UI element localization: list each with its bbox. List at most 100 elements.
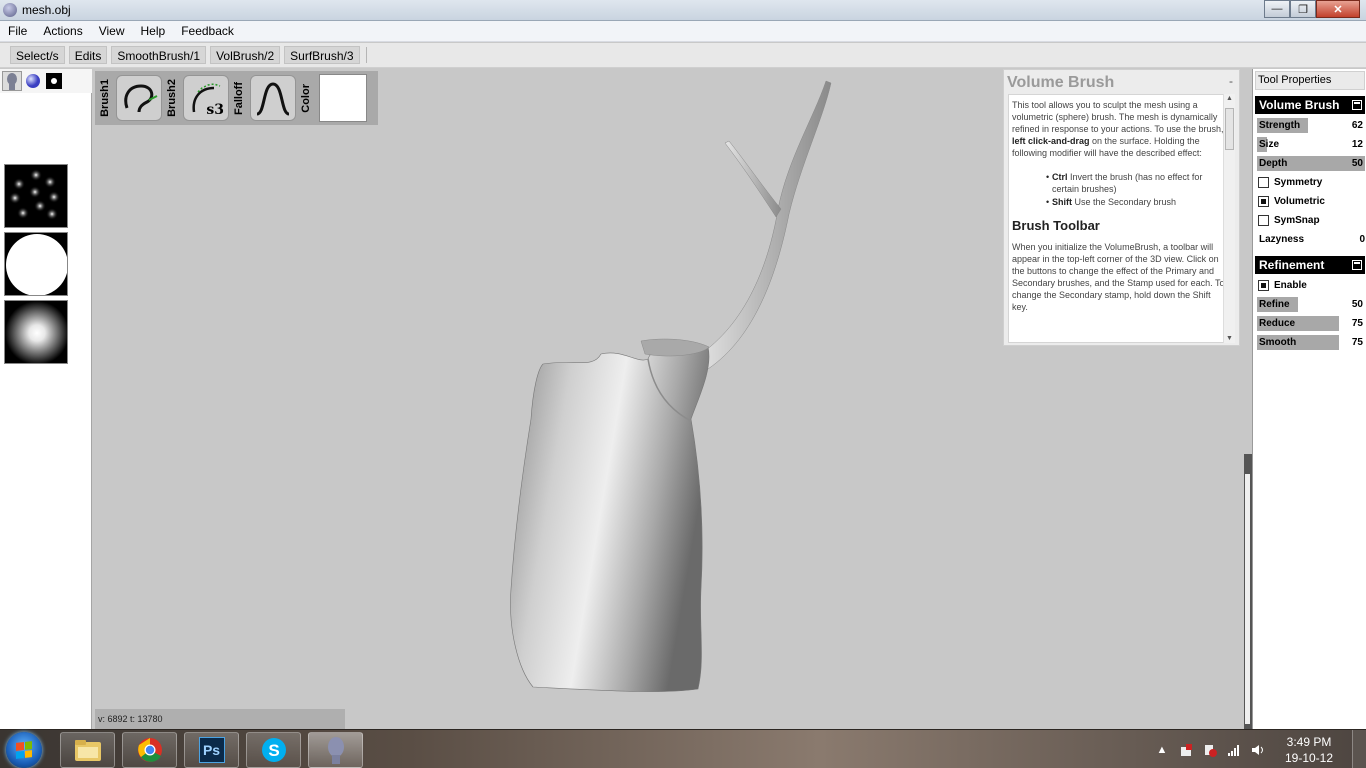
dots-stamp-icon — [9, 169, 60, 220]
start-button[interactable] — [6, 732, 42, 768]
help-panel: Volume Brush - This tool allows you to s… — [1003, 69, 1240, 346]
left-panel — [0, 69, 92, 729]
falloff-curve-icon — [256, 82, 290, 116]
clock-time: 3:49 PM — [1286, 734, 1332, 749]
strength-slider[interactable]: Strength 62 — [1257, 118, 1365, 133]
menu-file[interactable]: File — [0, 21, 35, 42]
left-panel-tabs — [0, 69, 92, 93]
help-scroll-thumb[interactable] — [1225, 108, 1234, 150]
tool-toolbar: Select/s Edits SmoothBrush/1 VolBrush/2 … — [0, 43, 1366, 68]
window-title: mesh.obj — [22, 3, 71, 17]
stamp-disc[interactable] — [4, 232, 68, 296]
size-slider[interactable]: Size 12 — [1257, 137, 1365, 152]
symmetry-checkbox[interactable]: Symmetry — [1257, 175, 1365, 190]
taskbar-explorer[interactable] — [60, 732, 115, 768]
brush-toolbar: Brush1 Brush2 s3 Falloff Color — [95, 71, 378, 125]
stamp-dots[interactable] — [4, 164, 68, 228]
title-bar: mesh.obj — ❐ ✕ — [0, 0, 1366, 21]
select-button[interactable]: Select/s — [10, 46, 65, 64]
falloff-label: Falloff — [233, 81, 245, 115]
sphere-icon — [26, 74, 40, 88]
clock[interactable]: 3:49 PM 19-10-12 — [1274, 734, 1344, 766]
taskbar-chrome[interactable] — [122, 732, 177, 768]
svg-text:S: S — [268, 741, 279, 760]
smooth-slider[interactable]: Smooth 75 — [1257, 335, 1365, 350]
help-section-title: Brush Toolbar — [1012, 218, 1100, 233]
brush2-button[interactable]: s3 — [183, 75, 229, 121]
volumetric-checkbox[interactable]: Volumetric — [1257, 194, 1365, 209]
panel-scrollbar[interactable] — [1244, 454, 1252, 729]
enable-checkbox[interactable]: Enable — [1257, 278, 1365, 293]
app-icon[interactable] — [3, 3, 17, 17]
disc-stamp-icon — [6, 234, 67, 295]
refine-slider[interactable]: Refine 50 — [1257, 297, 1365, 312]
stamp-icon — [46, 73, 62, 89]
menu-view[interactable]: View — [91, 21, 133, 42]
close-button[interactable]: ✕ — [1316, 0, 1360, 18]
help-title: Volume Brush — [1007, 74, 1115, 91]
skype-icon: S — [261, 738, 286, 762]
brush2-badge: s3 — [206, 102, 224, 118]
scroll-up-icon[interactable]: ▲ — [1226, 95, 1233, 102]
folder-icon — [74, 740, 101, 761]
tab-stamps[interactable] — [44, 71, 64, 91]
volume-brush-section[interactable]: Volume Brush — [1255, 96, 1365, 114]
tool-properties-header: Tool Properties — [1255, 71, 1365, 90]
network-icon[interactable] — [1226, 742, 1242, 758]
scroll-down-icon[interactable]: ▼ — [1226, 335, 1233, 342]
depth-slider[interactable]: Depth 50 — [1257, 156, 1365, 171]
stamp-soft[interactable] — [4, 300, 68, 364]
help-section-text: When you initialize the VolumeBrush, a t… — [1012, 242, 1225, 312]
clock-date: 19-10-12 — [1284, 750, 1334, 765]
surf-brush-button[interactable]: SurfBrush/3 — [284, 46, 360, 64]
help-collapse-button[interactable]: - — [1229, 74, 1233, 88]
volume-icon[interactable] — [1250, 742, 1266, 758]
show-hidden-icons[interactable]: ▲ — [1154, 742, 1170, 758]
help-body: This tool allows you to sculpt the mesh … — [1008, 94, 1230, 343]
head-icon — [7, 73, 17, 90]
vol-brush-button[interactable]: VolBrush/2 — [210, 46, 281, 64]
help-modifier-list: Ctrl Invert the brush (has no effect for… — [1046, 171, 1226, 208]
brush1-icon — [124, 84, 158, 113]
action-center-icon[interactable] — [1202, 742, 1218, 758]
meshmixer-head-icon — [327, 737, 344, 764]
mesh-stats: v: 6892 t: 13780 — [95, 709, 345, 729]
photoshop-icon: Ps — [198, 737, 225, 763]
show-desktop-button[interactable] — [1352, 730, 1366, 768]
lazyness-field[interactable]: Lazyness 0 — [1259, 234, 1365, 249]
taskbar-meshmixer[interactable] — [308, 732, 363, 768]
color-swatch[interactable] — [319, 74, 367, 122]
taskbar: Ps S ▲ 3:49 PM 19-10-12 — [0, 729, 1366, 768]
chrome-icon — [137, 738, 162, 762]
menu-help[interactable]: Help — [133, 21, 174, 42]
color-label: Color — [300, 83, 312, 113]
taskbar-skype[interactable]: S — [246, 732, 301, 768]
menu-actions[interactable]: Actions — [35, 21, 90, 42]
reduce-slider[interactable]: Reduce 75 — [1257, 316, 1365, 331]
security-icon[interactable] — [1178, 742, 1194, 758]
collapse-icon[interactable] — [1352, 260, 1362, 270]
taskbar-photoshop[interactable]: Ps — [184, 732, 239, 768]
refinement-section[interactable]: Refinement — [1255, 256, 1365, 274]
tab-meshes[interactable] — [2, 71, 22, 91]
minimize-button[interactable]: — — [1264, 0, 1290, 18]
soft-stamp-icon — [5, 301, 67, 363]
menu-feedback[interactable]: Feedback — [173, 21, 242, 42]
brush1-button[interactable] — [116, 75, 162, 121]
maximize-button[interactable]: ❐ — [1290, 0, 1316, 18]
window-controls: — ❐ ✕ — [1264, 0, 1360, 18]
help-scrollbar[interactable]: ▲ ▼ — [1223, 94, 1235, 343]
falloff-button[interactable] — [250, 75, 296, 121]
smooth-brush-button[interactable]: SmoothBrush/1 — [111, 46, 207, 64]
windows-logo-icon — [16, 741, 32, 759]
system-tray: ▲ 3:49 PM 19-10-12 — [1154, 730, 1366, 768]
collapse-icon[interactable] — [1352, 100, 1362, 110]
edits-button[interactable]: Edits — [68, 46, 108, 64]
brush2-label: Brush2 — [166, 79, 178, 117]
help-modifier-ctrl: Ctrl Invert the brush (has no effect for… — [1046, 171, 1226, 195]
3d-viewport[interactable]: Brush1 Brush2 s3 Falloff Color Volume Br… — [93, 69, 1250, 729]
tab-materials[interactable] — [23, 71, 43, 91]
toolbar-separator — [365, 47, 367, 63]
tool-properties-panel: Tool Properties Volume Brush Strength 62… — [1244, 69, 1366, 729]
symsnap-checkbox[interactable]: SymSnap — [1257, 213, 1365, 228]
